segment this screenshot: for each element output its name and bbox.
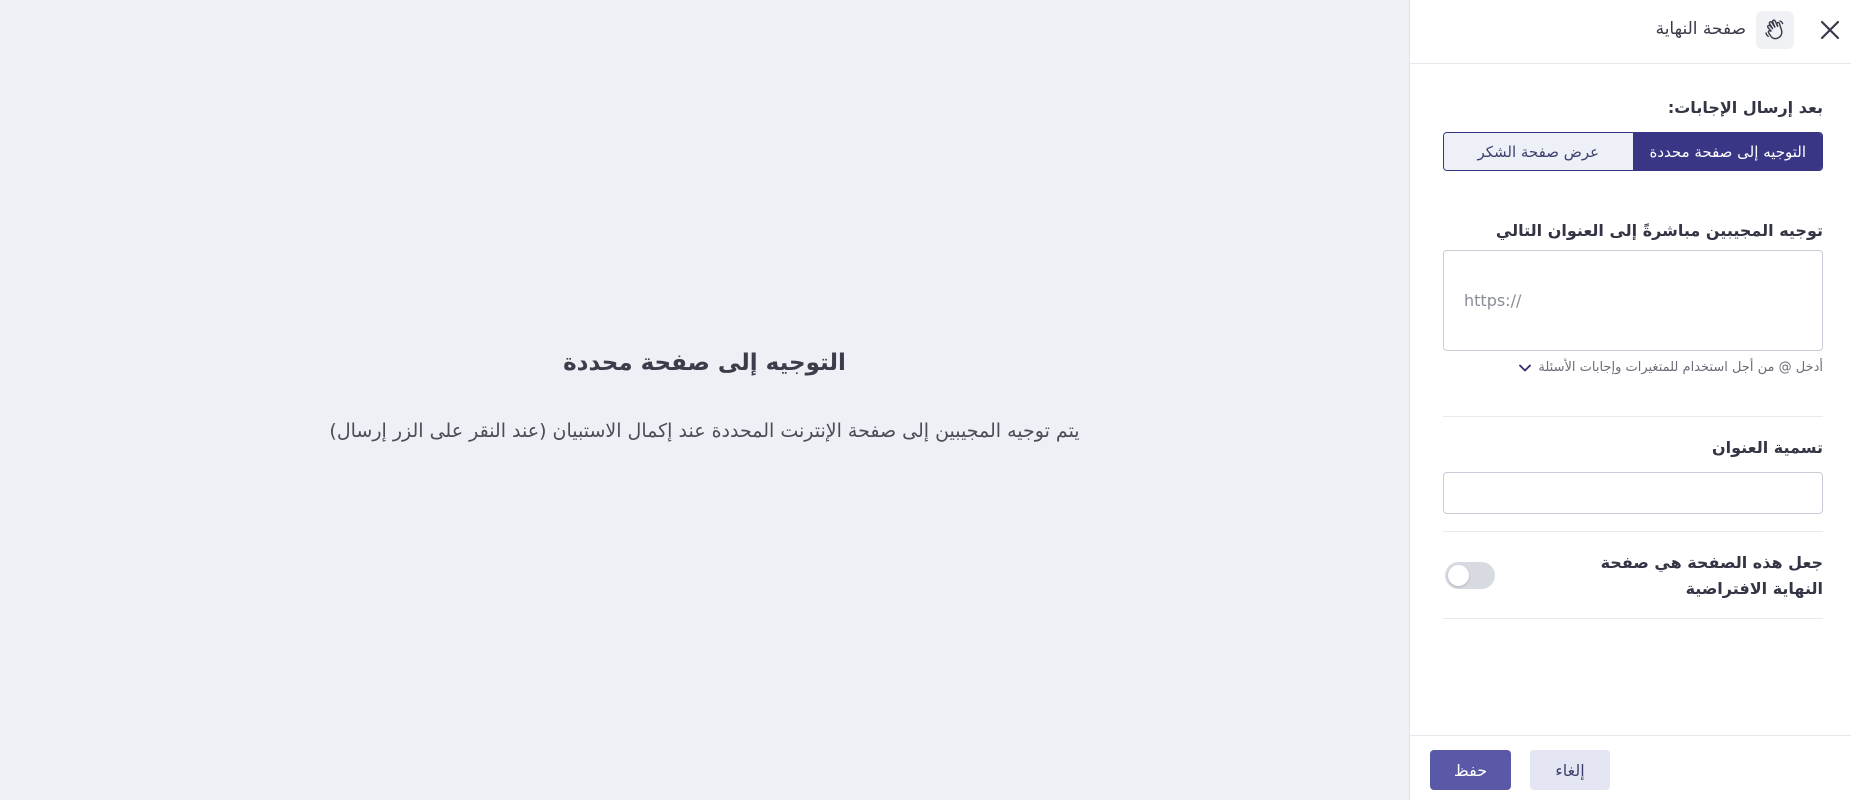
redirect-url-label: توجيه المجيبين مباشرةً إلى العنوان التال… (1495, 221, 1823, 240)
variables-hint-text: أدخل @ من أجل استخدام للمتغيرات وإجابات … (1538, 360, 1823, 375)
thank-you-option-button[interactable]: عرض صفحة الشكر (1444, 133, 1634, 170)
divider (1443, 416, 1823, 417)
end-page-panel: صفحة النهاية بعد إرسال الإجابات: التوجيه… (1409, 0, 1851, 800)
preview-description: يتم توجيه المجيبين إلى صفحة الإنترنت الم… (329, 420, 1080, 442)
toggle-knob (1448, 565, 1469, 586)
address-label-field (1443, 472, 1823, 514)
default-end-page-label: جعل هذه الصفحة هي صفحة النهاية الافتراضي… (1600, 553, 1823, 598)
address-label-title: تسمية العنوان (1711, 438, 1823, 457)
save-button[interactable]: حفظ (1430, 750, 1511, 790)
after-submit-label: بعد إرسال الإجابات: (1667, 98, 1823, 117)
cancel-button[interactable]: إلغاء (1530, 750, 1610, 790)
redirect-url-field (1443, 250, 1823, 351)
preview-area: التوجيه إلى صفحة محددة يتم توجيه المجيبي… (0, 0, 1409, 800)
preview-title: التوجيه إلى صفحة محددة (563, 350, 846, 376)
divider (1443, 531, 1823, 532)
redirect-option-button[interactable]: التوجيه إلى صفحة محددة (1633, 133, 1822, 170)
divider (1443, 618, 1823, 619)
after-submit-toggle-group: التوجيه إلى صفحة محددة عرض صفحة الشكر (1443, 132, 1823, 171)
variables-hint[interactable]: أدخل @ من أجل استخدام للمتغيرات وإجابات … (1518, 360, 1823, 375)
panel-footer: حفظ إلغاء (1410, 735, 1851, 800)
close-button[interactable] (1814, 14, 1846, 46)
redirect-url-input[interactable] (1444, 251, 1822, 350)
close-icon (1820, 20, 1840, 40)
default-end-page-toggle[interactable] (1445, 562, 1495, 589)
panel-title: صفحة النهاية (1655, 19, 1746, 39)
panel-header: صفحة النهاية (1410, 0, 1851, 64)
chevron-down-icon (1519, 364, 1532, 371)
waving-hand-icon (1756, 11, 1794, 49)
address-label-input[interactable] (1444, 473, 1822, 513)
